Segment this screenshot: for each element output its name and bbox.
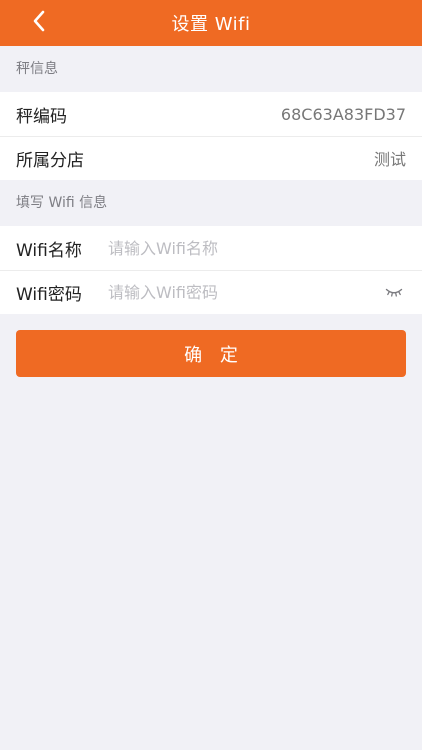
- eye-closed-icon[interactable]: [382, 282, 406, 302]
- scale-code-row: 秤编码 68C63A83FD37: [0, 92, 422, 136]
- branch-row: 所属分店 测试: [0, 136, 422, 180]
- wifi-name-row: Wifi名称: [0, 226, 422, 270]
- wifi-password-row: Wifi密码: [0, 270, 422, 314]
- scale-info-group: 秤编码 68C63A83FD37 所属分店 测试: [0, 92, 422, 180]
- wifi-name-label: Wifi名称: [16, 240, 82, 261]
- confirm-button[interactable]: 确 定: [16, 330, 406, 377]
- page-title: 设置 Wifi: [171, 14, 251, 35]
- confirm-wrapper: 确 定: [0, 314, 422, 377]
- section-label-wifi-info: 填写 Wifi 信息: [16, 195, 108, 211]
- wifi-password-label: Wifi密码: [16, 284, 82, 305]
- wifi-password-input[interactable]: [108, 282, 376, 302]
- top-navigation-bar: 设置 Wifi: [0, 0, 422, 46]
- branch-value: 测试: [373, 150, 406, 169]
- back-button[interactable]: [28, 10, 50, 36]
- scale-code-label: 秤编码: [16, 106, 67, 127]
- wifi-info-group: Wifi名称 Wifi密码: [0, 226, 422, 314]
- chevron-left-icon: [32, 10, 46, 36]
- wifi-name-input[interactable]: [108, 238, 406, 258]
- scale-code-value: 68C63A83FD37: [280, 104, 406, 124]
- section-label-scale-info: 秤信息: [16, 61, 58, 77]
- branch-label: 所属分店: [16, 150, 84, 171]
